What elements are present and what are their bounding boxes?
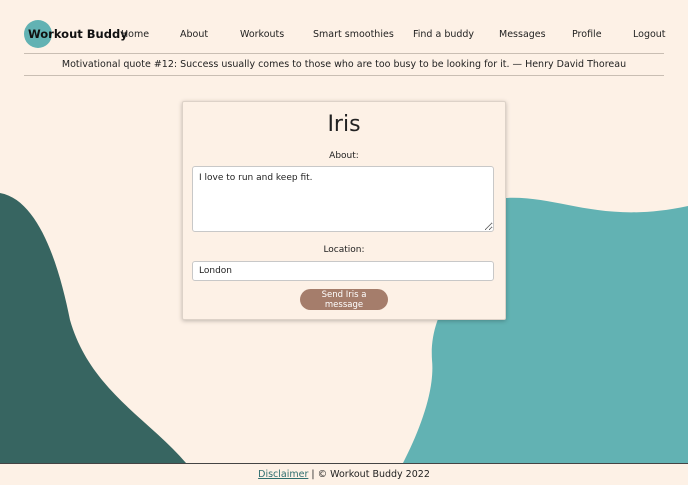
nav-item-home[interactable]: Home [121,29,149,40]
about-textarea[interactable]: I love to run and keep fit. [192,166,494,232]
page-footer: Disclaimer | © Workout Buddy 2022 [0,463,688,485]
top-navigation: Workout Buddy Home About Workouts Smart … [24,20,666,54]
nav-item-find-a-buddy[interactable]: Find a buddy [413,29,474,40]
quote-divider [24,75,664,76]
send-message-button[interactable]: Send Iris a message [300,289,388,310]
profile-card: Iris About: I love to run and keep fit. … [182,101,506,320]
nav-item-smart-smoothies[interactable]: Smart smoothies [313,29,394,40]
nav-item-messages[interactable]: Messages [499,29,546,40]
nav-item-workouts[interactable]: Workouts [240,29,284,40]
disclaimer-link[interactable]: Disclaimer [258,469,308,480]
footer-copyright: © Workout Buddy 2022 [317,469,430,480]
motivational-quote: Motivational quote #12: Success usually … [61,59,627,70]
nav-item-logout[interactable]: Logout [633,29,666,40]
footer-separator: | [311,469,315,480]
nav-item-about[interactable]: About [180,29,208,40]
nav-item-profile[interactable]: Profile [572,29,602,40]
header-divider [24,53,664,54]
location-label: Location: [323,245,365,255]
profile-name-heading: Iris [327,112,361,137]
about-label: About: [329,151,359,161]
dark-wave-shape [0,193,186,463]
brand-name: Workout Buddy [28,27,128,41]
location-input[interactable] [192,261,494,281]
